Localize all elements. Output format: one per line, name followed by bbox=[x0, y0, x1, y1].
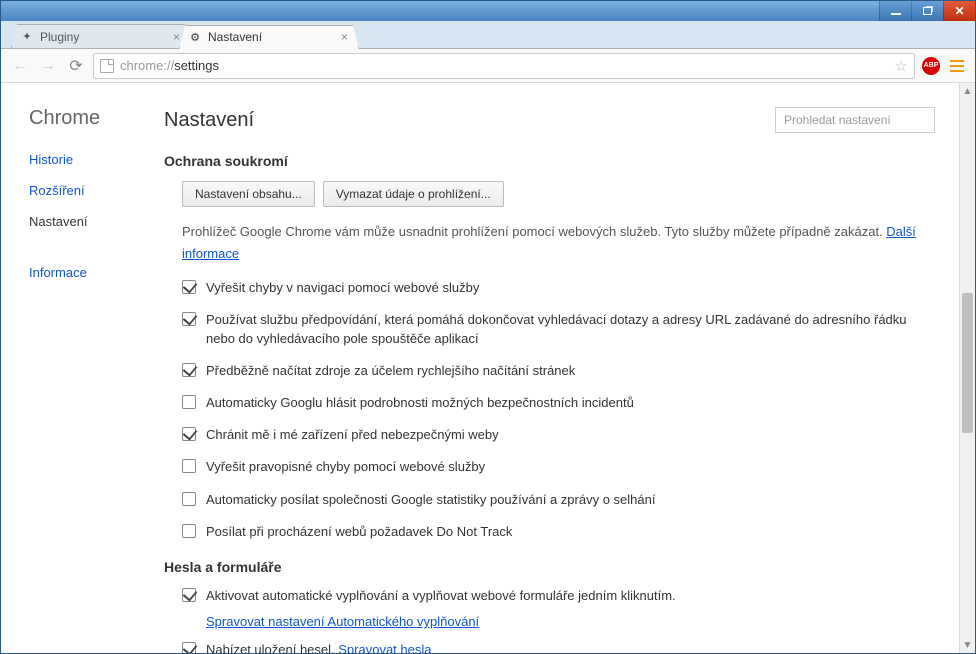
tab-plugins[interactable]: ✦ Pluginy × bbox=[11, 24, 191, 48]
privacy-checkbox-4[interactable] bbox=[182, 427, 196, 441]
offer-save-passwords-label: Nabízet uložení hesel. Spravovat hesla bbox=[206, 641, 431, 653]
settings-sidebar: Chrome Historie Rozšíření Nastavení Info… bbox=[1, 83, 146, 653]
privacy-checkbox-0[interactable] bbox=[182, 280, 196, 294]
offer-save-passwords-checkbox[interactable] bbox=[182, 642, 196, 653]
section-passwords-title: Hesla a formuláře bbox=[164, 559, 935, 575]
address-bar[interactable]: chrome://settings ☆ bbox=[93, 53, 915, 79]
window-minimize-button[interactable] bbox=[879, 1, 911, 21]
privacy-checkbox-3[interactable] bbox=[182, 395, 196, 409]
tab-label: Pluginy bbox=[40, 30, 79, 44]
sidebar-item-extensions[interactable]: Rozšíření bbox=[29, 183, 146, 198]
tab-strip: ✦ Pluginy × ⚙ Nastavení × bbox=[1, 21, 975, 49]
window-close-button[interactable]: ✕ bbox=[943, 1, 975, 21]
privacy-checkbox-5[interactable] bbox=[182, 459, 196, 473]
gear-icon: ⚙ bbox=[188, 30, 202, 44]
window-spacer bbox=[849, 1, 879, 21]
page-title: Nastavení bbox=[164, 109, 254, 132]
tab-label: Nastavení bbox=[208, 30, 262, 44]
privacy-checkbox-1[interactable] bbox=[182, 312, 196, 326]
back-button[interactable]: ← bbox=[9, 55, 31, 77]
scroll-thumb[interactable] bbox=[962, 293, 973, 433]
url-path: settings bbox=[174, 58, 219, 73]
sidebar-item-history[interactable]: Historie bbox=[29, 152, 146, 167]
manage-autofill-link[interactable]: Spravovat nastavení Automatického vyplňo… bbox=[206, 613, 479, 631]
privacy-label-1: Používat službu předpovídání, která pomá… bbox=[206, 311, 935, 347]
privacy-label-4: Chránit mě i mé zařízení před nebezpečný… bbox=[206, 426, 499, 444]
clear-browsing-data-button[interactable]: Vymazat údaje o prohlížení... bbox=[323, 181, 504, 207]
privacy-label-5: Vyřešit pravopisné chyby pomocí webové s… bbox=[206, 458, 485, 476]
settings-search-input[interactable]: Prohledat nastavení bbox=[775, 107, 935, 133]
window-titlebar: ✕ bbox=[1, 1, 975, 21]
privacy-label-0: Vyřešit chyby v navigaci pomocí webové s… bbox=[206, 279, 479, 297]
tab-close-icon[interactable]: × bbox=[339, 30, 350, 44]
bookmark-star-icon[interactable]: ☆ bbox=[895, 57, 908, 75]
privacy-label-3: Automaticky Googlu hlásit podrobnosti mo… bbox=[206, 394, 634, 412]
autofill-label: Aktivovat automatické vyplňování a vyplň… bbox=[206, 587, 676, 605]
chrome-menu-button[interactable] bbox=[947, 56, 967, 76]
scroll-down-arrow[interactable]: ▼ bbox=[960, 637, 975, 653]
adblock-extension-icon[interactable]: ABP bbox=[921, 56, 941, 76]
sidebar-item-info[interactable]: Informace bbox=[29, 265, 146, 280]
sidebar-brand: Chrome bbox=[29, 107, 146, 130]
vertical-scrollbar[interactable]: ▲ ▼ bbox=[959, 83, 975, 653]
privacy-label-7: Posílat při procházení webů požadavek Do… bbox=[206, 523, 512, 541]
settings-main: Nastavení Prohledat nastavení Ochrana so… bbox=[146, 83, 975, 653]
window-maximize-button[interactable] bbox=[911, 1, 943, 21]
content-settings-button[interactable]: Nastavení obsahu... bbox=[182, 181, 315, 207]
page-icon bbox=[100, 59, 114, 73]
forward-button[interactable]: → bbox=[37, 55, 59, 77]
toolbar: ← → ⟳ chrome://settings ☆ ABP bbox=[1, 49, 975, 83]
reload-button[interactable]: ⟳ bbox=[65, 55, 87, 77]
privacy-label-2: Předběžně načítat zdroje za účelem rychl… bbox=[206, 362, 575, 380]
tab-close-icon[interactable]: × bbox=[171, 30, 182, 44]
content-area: Chrome Historie Rozšíření Nastavení Info… bbox=[1, 83, 975, 653]
privacy-label-6: Automaticky posílat společnosti Google s… bbox=[206, 491, 655, 509]
puzzle-icon: ✦ bbox=[20, 30, 34, 44]
section-privacy-title: Ochrana soukromí bbox=[164, 153, 935, 169]
manage-passwords-link[interactable]: Spravovat hesla bbox=[338, 642, 431, 653]
url-scheme: chrome:// bbox=[120, 58, 174, 73]
scroll-up-arrow[interactable]: ▲ bbox=[960, 83, 975, 99]
privacy-checkbox-6[interactable] bbox=[182, 492, 196, 506]
tab-settings[interactable]: ⚙ Nastavení × bbox=[179, 25, 359, 49]
privacy-checkbox-2[interactable] bbox=[182, 363, 196, 377]
autofill-checkbox[interactable] bbox=[182, 588, 196, 602]
privacy-description: Prohlížeč Google Chrome vám může usnadni… bbox=[182, 221, 935, 265]
sidebar-item-settings[interactable]: Nastavení bbox=[29, 214, 146, 229]
privacy-checkbox-7[interactable] bbox=[182, 524, 196, 538]
